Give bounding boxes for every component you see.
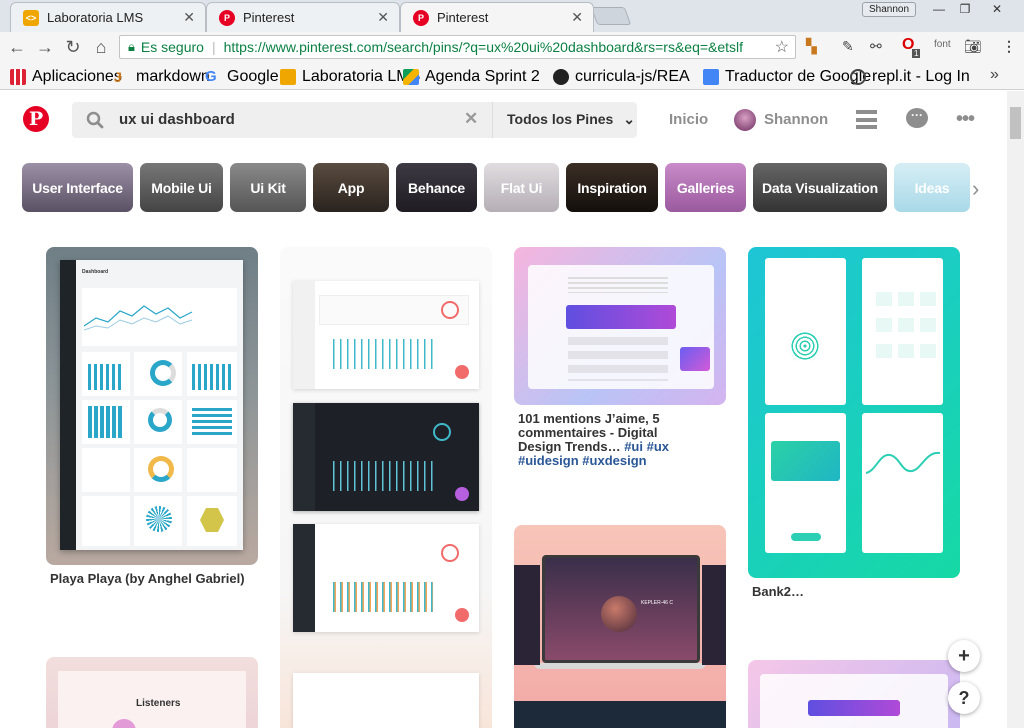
extension-icons: ▚ ✎ ⚯ O 1 font 📷︎ ⋮ [806,36,1018,58]
translate-icon [703,69,719,85]
help-button[interactable]: ? [948,682,980,714]
home-link[interactable]: Inicio [669,111,708,128]
eyedropper-icon[interactable]: ✎ [842,38,854,55]
maximize-icon[interactable]: ❐ [954,2,976,17]
close-tab-icon[interactable]: ✕ [183,9,195,26]
pin-caption[interactable]: Playa Playa (by Anghel Gabriel) [50,572,250,586]
replit-icon [850,69,866,85]
bookmark-markdown[interactable]: Ɉ markdown [114,68,210,86]
camera-icon[interactable]: 📷︎ [964,38,982,55]
pinterest-logo-icon[interactable]: P [23,106,49,132]
bookmark-agenda[interactable]: Agenda Sprint 2 LIM2 [403,68,540,86]
ext-badge: 1 [912,49,921,58]
tab-pinterest-2[interactable]: P Pinterest ✕ [400,2,594,32]
address-bar[interactable]: 🔒︎ Es seguro | https://www.pinterest.com… [119,35,796,59]
bookmark-curricula[interactable]: curricula-js/README. [553,68,690,86]
url-text: https://www.pinterest.com/search/pins/?q… [223,39,744,55]
chip-data-visualization[interactable]: Data Visualization [753,163,887,212]
github-icon [553,69,569,85]
laboratoria-icon [280,69,296,85]
mock-listeners-title: Listeners [136,698,181,709]
tab-title: Pinterest [437,10,489,25]
chip-flat-ui[interactable]: Flat Ui [484,163,559,212]
reload-icon[interactable]: ↻ [62,36,84,58]
pinterest-favicon-icon: P [413,9,429,26]
ext-link-icon[interactable]: ⚯ [870,38,882,55]
pin-image-space-app[interactable]: KEPLER-46 C [514,525,726,728]
chip-galleries[interactable]: Galleries [665,163,746,212]
clear-search-icon[interactable]: ✕ [464,109,478,129]
drive-icon [403,69,419,85]
search-input[interactable]: ux ui dashboard [119,111,235,128]
close-window-icon[interactable]: ✕ [982,2,1012,17]
chip-behance[interactable]: Behance [396,163,477,212]
back-icon[interactable]: ← [6,36,28,58]
add-pin-button[interactable]: + [948,640,980,672]
forward-icon[interactable]: → [34,36,56,58]
dashboard-mockup: Dashboard [60,260,243,550]
scrollbar-thumb[interactable] [1010,107,1021,139]
minimize-icon[interactable]: — [928,2,950,17]
pinterest-favicon-icon: P [219,9,235,26]
pin-image-dashboard[interactable]: Dashboard [46,247,258,565]
pin-image-bank-app[interactable] [748,247,960,578]
pin-image-purple-ui[interactable] [748,660,960,728]
tab-laboratoria[interactable]: <> Laboratoria LMS ✕ [10,2,206,32]
bookmark-laboratoria[interactable]: Laboratoria LMS [280,68,420,86]
pin-image-listeners[interactable]: Listeners [46,657,258,728]
bookmark-aplicaciones[interactable]: Aplicaciones [10,68,122,86]
avatar[interactable] [734,109,756,131]
close-tab-icon[interactable]: ✕ [377,9,389,26]
apps-icon [10,69,26,85]
pin-caption[interactable]: Bank2… [752,585,952,599]
more-options-icon[interactable]: ••• [956,108,975,131]
menu-dots-icon[interactable]: ⋮ [1002,38,1016,55]
scrollbar[interactable] [1007,91,1024,728]
search-icon [86,111,104,129]
chip-ui-kit[interactable]: Ui Kit [230,163,306,212]
mock-kepler-label: KEPLER-46 C [641,600,673,606]
chip-inspiration[interactable]: Inspiration [566,163,658,212]
profile-button[interactable]: Shannon [862,2,916,17]
pin-image-finance-dashboards[interactable] [280,247,492,728]
chevron-down-icon: ⌄ [623,111,635,127]
messages-icon[interactable]: ··· [906,108,928,128]
chip-mobile-ui[interactable]: Mobile Ui [140,163,223,212]
mock-dashboard-title: Dashboard [82,269,109,275]
filter-dropdown[interactable]: Todos los Pines ⌄ [507,111,635,128]
close-tab-icon[interactable]: ✕ [571,9,583,26]
font-ext-icon[interactable]: font [934,39,951,50]
google-icon: G [205,68,217,85]
tab-pinterest-1[interactable]: P Pinterest ✕ [206,2,400,32]
bookmark-traductor[interactable]: Traductor de Google [703,68,871,86]
hamburger-menu-icon[interactable] [856,110,877,129]
laboratoria-favicon-icon: <> [23,9,39,26]
chevron-right-icon[interactable]: › [972,176,979,202]
markdown-icon: Ɉ [114,69,122,85]
bookmark-google[interactable]: G Google [205,68,279,86]
tab-title: Laboratoria LMS [47,10,144,25]
line-chart-thumbnail [84,305,193,331]
user-link[interactable]: Shannon [764,111,828,128]
home-icon[interactable]: ⌂ [90,36,112,58]
fingerprint-icon [789,330,821,362]
secure-label: Es seguro [140,39,204,55]
bookmark-replit[interactable]: repl.it - Log In [850,68,970,86]
chip-ideas[interactable]: Ideas [894,163,970,212]
tab-title: Pinterest [243,10,295,25]
pin-caption[interactable]: 101 mentions J’aime, 5 commentaires - Di… [518,412,703,468]
more-bookmarks-icon[interactable]: » [990,66,999,84]
pin-image-messaging-ui[interactable] [514,247,726,405]
lock-icon: 🔒︎ [128,39,135,54]
search-bar[interactable]: ux ui dashboard ✕ Todos los Pines ⌄ [72,102,637,138]
chip-user-interface[interactable]: User Interface [22,163,133,212]
ext-orange-icon[interactable]: ▚ [806,38,817,55]
bookmark-star-icon[interactable]: ☆ [775,37,789,57]
wave-chart-thumbnail [866,451,940,474]
chip-app[interactable]: App [313,163,389,212]
new-tab-button[interactable] [590,7,632,25]
